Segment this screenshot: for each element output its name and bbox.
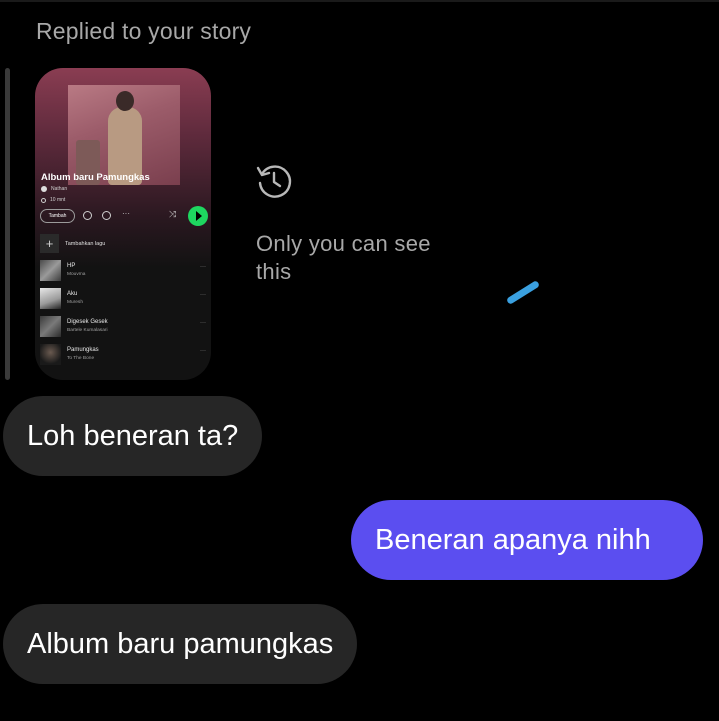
track-row: Aku Muresh ···	[40, 288, 210, 312]
loading-indicator	[505, 279, 541, 306]
add-song-label: Tambahkan lagu	[65, 240, 106, 247]
top-divider	[0, 0, 719, 2]
track-title: Digesek Gesek	[67, 319, 108, 325]
cover-head-shape	[116, 91, 134, 111]
add-playlist-button: Tambah	[40, 209, 75, 223]
track-row: Pamungkas To The Bone ···	[40, 344, 210, 368]
globe-icon	[41, 197, 46, 203]
owner-row: Nathan	[41, 186, 67, 192]
owner-name: Nathan	[51, 186, 68, 192]
message-bubble-incoming[interactable]: Loh beneran ta?	[3, 396, 263, 476]
owner-avatar	[41, 186, 47, 192]
replied-to-story-label: Replied to your story	[36, 18, 252, 44]
more-icon: ···	[200, 292, 206, 298]
reply-indicator-bar	[5, 68, 10, 380]
track-title: HP	[67, 263, 76, 269]
more-options-icon: ···	[122, 209, 130, 218]
message-bubble-incoming[interactable]: Album baru pamungkas	[3, 604, 358, 684]
history-icon	[256, 165, 292, 198]
track-thumbnail	[40, 344, 61, 365]
album-cover-image	[68, 85, 180, 185]
play-icon	[188, 206, 208, 226]
track-row: Digesek Gesek Bartele Kumalasari ···	[40, 316, 210, 340]
playlist-duration: 10 mnt	[50, 197, 66, 203]
more-icon: ···	[200, 348, 206, 354]
only-you-can-see-notice: Only you can see this	[256, 231, 431, 284]
track-title: Pamungkas	[67, 347, 99, 353]
chat-screen: Replied to your story Album baru Pamungk…	[0, 0, 719, 721]
track-artist: To The Bone	[67, 356, 95, 361]
track-artist: Muresh	[67, 300, 83, 305]
track-artist: Mouvma	[67, 272, 86, 277]
track-row: HP Mouvma ···	[40, 260, 210, 284]
track-artist: Bartele Kumalasari	[67, 328, 108, 333]
message-bubble-outgoing[interactable]: Beneran apanya nihh	[351, 500, 703, 580]
track-thumbnail	[40, 316, 61, 337]
more-icon: ···	[200, 264, 206, 270]
track-title: Aku	[67, 291, 78, 297]
add-user-icon	[102, 211, 111, 220]
download-icon	[83, 211, 92, 220]
album-title: Album baru Pamungkas	[41, 172, 150, 183]
plus-icon: +	[40, 234, 59, 253]
track-thumbnail	[40, 288, 61, 309]
duration-row: 10 mnt	[41, 197, 65, 203]
track-thumbnail	[40, 260, 61, 281]
story-preview-card[interactable]: Album baru Pamungkas Nathan 10 mnt Tamba…	[35, 68, 211, 380]
add-song-row: + Tambahkan lagu	[40, 234, 105, 253]
more-icon: ···	[200, 320, 206, 326]
playlist-controls: Tambah ··· ⤨	[40, 206, 208, 228]
shuffle-icon: ⤨	[169, 209, 177, 219]
